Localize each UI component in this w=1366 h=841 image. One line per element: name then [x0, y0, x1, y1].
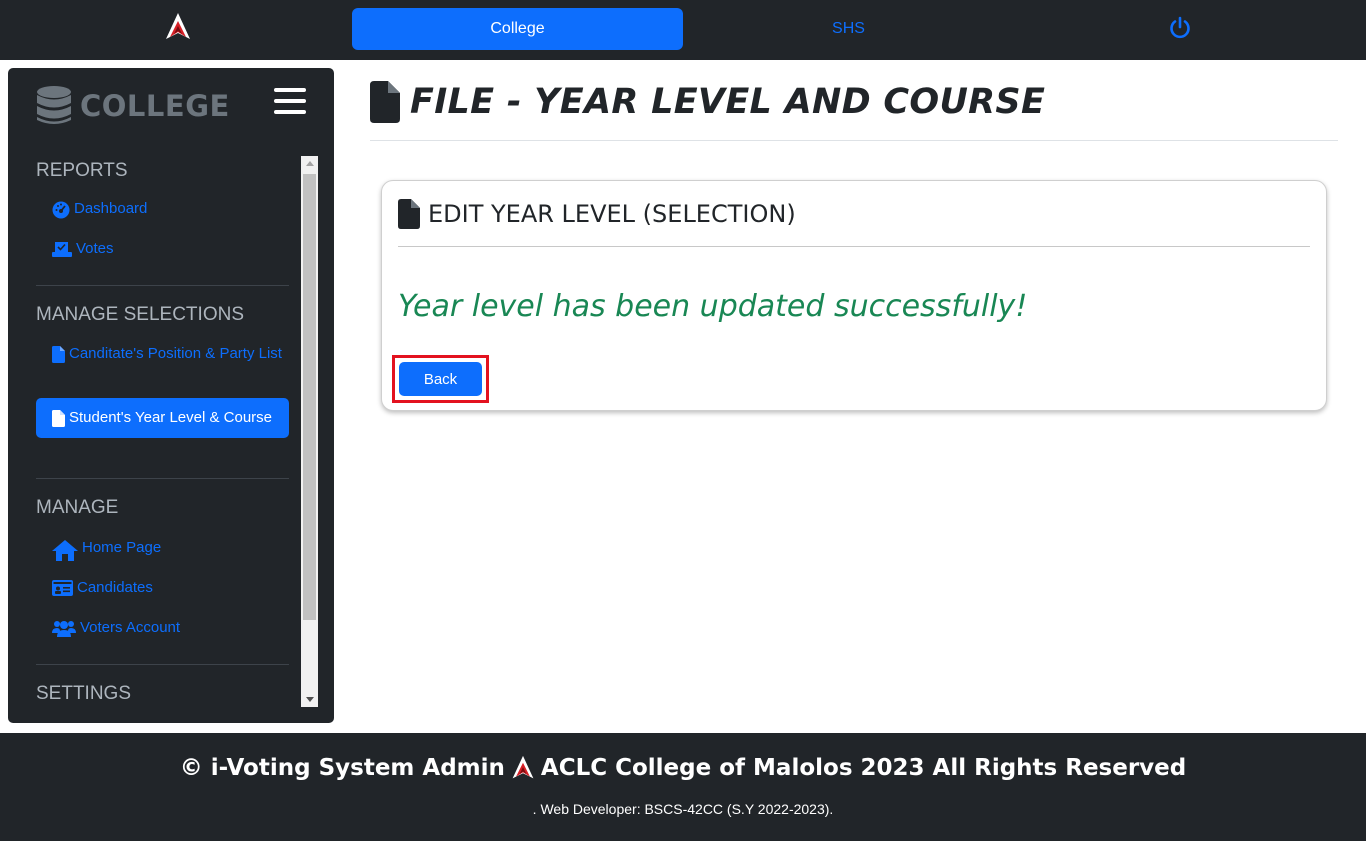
sidebar: COLLEGE REPORTS Dashboard Votes MANAGE S… — [8, 68, 334, 723]
section-title-manage-selections: MANAGE SELECTIONS — [36, 304, 244, 325]
aclc-logo-icon — [512, 755, 534, 779]
sidebar-item-dashboard[interactable]: Dashboard — [52, 197, 147, 221]
divider — [398, 246, 1310, 247]
edit-year-level-card: EDIT YEAR LEVEL (SELECTION) Year level h… — [381, 180, 1327, 411]
sidebar-item-label: Canditate's Position & Party List — [69, 345, 282, 362]
sidebar-scrollbar[interactable] — [301, 156, 318, 707]
card-header: EDIT YEAR LEVEL (SELECTION) — [398, 199, 796, 229]
sidebar-item-candidates[interactable]: Candidates — [52, 576, 153, 600]
sidebar-menu: REPORTS Dashboard Votes MANAGE SELECTION… — [36, 156, 289, 716]
home-icon — [52, 540, 78, 561]
id-card-icon — [52, 580, 73, 596]
scrollbar-thumb[interactable] — [303, 174, 316, 620]
aclc-logo-icon[interactable] — [165, 12, 191, 42]
footer-copyright: © i-Voting System Admin ACLC College of … — [0, 755, 1366, 781]
divider — [36, 478, 289, 479]
database-icon — [37, 86, 71, 124]
sidebar-item-label: Dashboard — [74, 200, 148, 217]
sidebar-item-year-level-course[interactable]: Student's Year Level & Course — [36, 398, 289, 438]
sidebar-brand: COLLEGE — [36, 84, 230, 128]
card-title: EDIT YEAR LEVEL (SELECTION) — [428, 200, 796, 228]
ballot-box-icon — [52, 242, 72, 257]
page-title: FILE - YEAR LEVEL AND COURSE — [410, 82, 1046, 122]
sidebar-item-votes[interactable]: Votes — [52, 237, 114, 261]
sidebar-brand-label: COLLEGE — [80, 89, 230, 123]
scroll-up-icon[interactable] — [306, 161, 314, 166]
file-icon — [370, 81, 400, 123]
footer-copyright-left: © i-Voting System Admin — [179, 755, 505, 781]
success-message: Year level has been updated successfully… — [398, 289, 1028, 324]
section-title-settings: SETTINGS — [36, 683, 132, 704]
top-navbar: College SHS — [0, 0, 1366, 60]
gauge-icon — [52, 201, 70, 219]
file-icon — [52, 410, 65, 427]
divider — [36, 285, 289, 286]
page-header: FILE - YEAR LEVEL AND COURSE — [370, 78, 1045, 126]
footer-developer: . Web Developer: BSCS-42CC (S.Y 2022-202… — [532, 801, 834, 817]
section-title-manage: MANAGE — [36, 497, 119, 518]
sidebar-item-label: Candidates — [77, 579, 153, 596]
tab-shs[interactable]: SHS — [683, 8, 1014, 50]
section-title-reports: REPORTS — [36, 160, 128, 181]
sidebar-item-voters-account[interactable]: Voters Account — [52, 616, 180, 640]
sidebar-item-position-party-list[interactable]: Canditate's Position & Party List — [52, 342, 282, 366]
scroll-down-icon[interactable] — [306, 697, 314, 702]
file-icon — [52, 346, 65, 363]
users-icon — [52, 621, 76, 637]
back-button-highlight: Back — [392, 355, 489, 403]
hamburger-menu-icon[interactable] — [274, 88, 306, 116]
power-icon[interactable] — [1168, 16, 1192, 40]
footer: © i-Voting System Admin ACLC College of … — [0, 733, 1366, 841]
tab-college[interactable]: College — [352, 8, 683, 50]
divider — [370, 140, 1338, 141]
file-icon — [398, 199, 420, 229]
footer-copyright-right: ACLC College of Malolos 2023 All Rights … — [540, 755, 1187, 781]
sidebar-item-label: Student's Year Level & Course — [69, 409, 272, 426]
divider — [36, 664, 289, 665]
sidebar-item-home-page[interactable]: Home Page — [52, 536, 161, 561]
back-button[interactable]: Back — [399, 362, 482, 396]
sidebar-item-label: Voters Account — [80, 619, 181, 636]
sidebar-item-label: Votes — [76, 240, 114, 257]
sidebar-item-label: Home Page — [82, 539, 162, 556]
